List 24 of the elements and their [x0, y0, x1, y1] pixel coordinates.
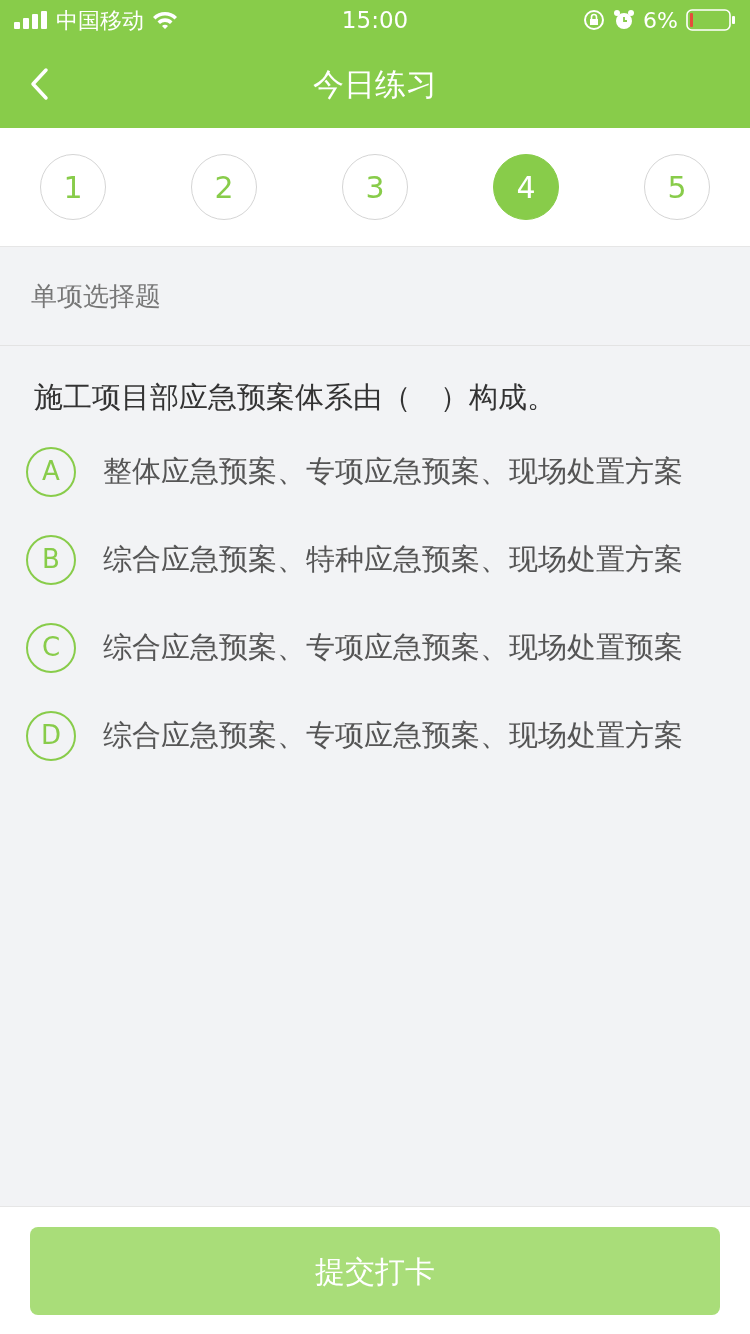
- wifi-icon: [152, 10, 178, 30]
- option-text[interactable]: 综合应急预案、专项应急预案、现场处置方案: [103, 713, 683, 758]
- option-letter[interactable]: B: [26, 534, 76, 585]
- question-number[interactable]: 2: [191, 154, 257, 220]
- option-letter[interactable]: C: [26, 622, 76, 673]
- alarm-icon: [613, 9, 636, 31]
- question-text: 施工项目部应急预案体系由（ ）构成。: [33, 379, 556, 416]
- question-number[interactable]: 4: [493, 154, 559, 220]
- battery-percent: 6%: [643, 6, 678, 35]
- option-letter[interactable]: D: [26, 710, 76, 761]
- section-title: 单项选择题: [31, 279, 161, 313]
- carrier-name: 中国移动: [56, 6, 144, 35]
- question-number[interactable]: 3: [342, 154, 408, 220]
- option-text[interactable]: 综合应急预案、特种应急预案、现场处置方案: [103, 537, 683, 582]
- signal-icon: [14, 11, 48, 29]
- option-text[interactable]: 综合应急预案、专项应急预案、现场处置预案: [103, 625, 683, 670]
- question-number[interactable]: 1: [40, 154, 106, 220]
- option-letter[interactable]: A: [26, 446, 76, 497]
- rotation-lock-icon: [583, 9, 606, 31]
- battery-icon: [686, 9, 736, 31]
- page-title: 今日练习: [313, 64, 437, 104]
- question-number[interactable]: 5: [644, 154, 710, 220]
- option-text[interactable]: 整体应急预案、专项应急预案、现场处置方案: [103, 449, 683, 494]
- clock-time: 15:00: [341, 5, 409, 35]
